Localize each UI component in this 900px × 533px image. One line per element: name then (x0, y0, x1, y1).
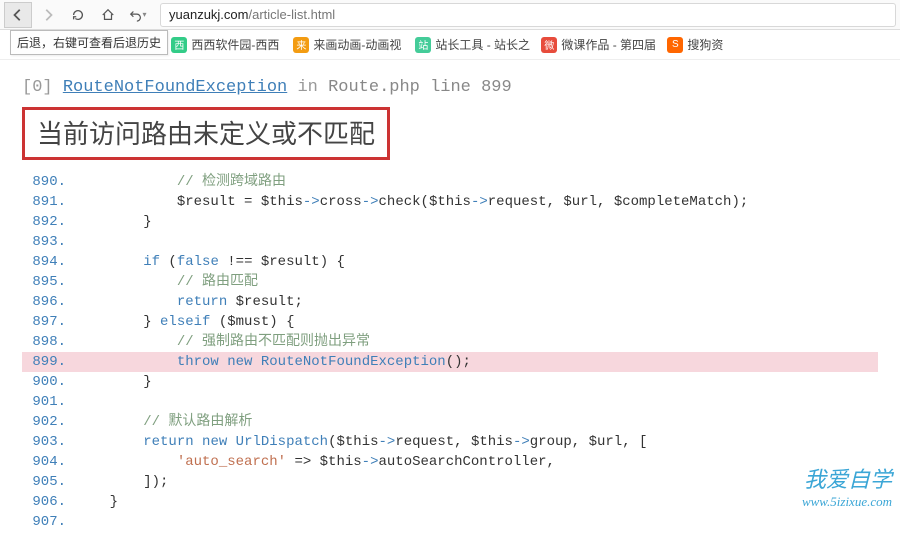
bookmark-item[interactable]: S搜狗资 (663, 34, 727, 55)
chevron-right-icon (41, 8, 55, 22)
bookmark-favicon: 来 (293, 37, 309, 53)
code-line: 893. (22, 232, 878, 252)
code-line: 905. ]); (22, 472, 878, 492)
line-number: 905. (22, 472, 76, 492)
home-button[interactable] (94, 2, 122, 28)
line-number: 898. (22, 332, 76, 352)
line-number: 904. (22, 452, 76, 472)
code-line: 897. } elseif ($must) { (22, 312, 878, 332)
watermark-title: 我爱自学 (802, 462, 892, 494)
line-source: ]); (76, 472, 878, 492)
bookmark-label: 西西软件园-西西 (191, 36, 279, 53)
line-number: 900. (22, 372, 76, 392)
back-tooltip: 后退，右键可查看后退历史 (10, 30, 168, 55)
line-number: 890. (22, 172, 76, 192)
bookmark-label: 来画动画-动画视 (313, 36, 401, 53)
line-source (76, 392, 878, 412)
line-source: throw new RouteNotFoundException(); (76, 352, 878, 372)
code-line: 907. (22, 512, 878, 532)
line-source: // 默认路由解析 (76, 412, 878, 432)
code-line: 899. throw new RouteNotFoundException(); (22, 352, 878, 372)
code-line: 892. } (22, 212, 878, 232)
error-location: Route.php line 899 (328, 78, 512, 97)
code-line: 894. if (false !== $result) { (22, 252, 878, 272)
code-line: 890. // 检测跨域路由 (22, 172, 878, 192)
bookmark-favicon: S (667, 37, 683, 53)
home-icon (101, 8, 115, 22)
line-source: // 强制路由不匹配则抛出异常 (76, 332, 878, 352)
code-line: 902. // 默认路由解析 (22, 412, 878, 432)
line-source: 'auto_search' => $this->autoSearchContro… (76, 452, 878, 472)
code-line: 898. // 强制路由不匹配则抛出异常 (22, 332, 878, 352)
code-listing: 890. // 检测跨域路由891. $result = $this->cros… (22, 172, 878, 532)
chevron-left-icon (11, 8, 25, 22)
line-number: 892. (22, 212, 76, 232)
line-source: // 检测跨域路由 (76, 172, 878, 192)
watermark: 我爱自学 www.5izixue.com (802, 462, 892, 510)
error-summary: [0] RouteNotFoundException in Route.php … (22, 78, 878, 97)
undo-icon (129, 8, 143, 22)
error-heading: 当前访问路由未定义或不匹配 (22, 107, 390, 160)
line-source: $result = $this->cross->check($this->req… (76, 192, 878, 212)
url-path: /article-list.html (248, 7, 335, 22)
line-source: return new UrlDispatch($this->request, $… (76, 432, 878, 452)
line-number: 907. (22, 512, 76, 532)
url-host: yuanzukj.com (169, 7, 248, 22)
line-number: 903. (22, 432, 76, 452)
undo-button[interactable]: ▾ (124, 2, 152, 28)
bookmark-favicon: 微 (541, 37, 557, 53)
line-number: 896. (22, 292, 76, 312)
browser-toolbar: ▾ yuanzukj.com/article-list.html (0, 0, 900, 30)
code-line: 900. } (22, 372, 878, 392)
line-source: return $result; (76, 292, 878, 312)
bookmark-item[interactable]: 站站长工具 - 站长之 (411, 34, 531, 55)
code-line: 906. } (22, 492, 878, 512)
error-in: in (297, 78, 317, 97)
watermark-url: www.5izixue.com (802, 494, 892, 510)
url-bar[interactable]: yuanzukj.com/article-list.html (160, 3, 896, 27)
line-number: 906. (22, 492, 76, 512)
reload-button[interactable] (64, 2, 92, 28)
forward-button[interactable] (34, 2, 62, 28)
code-line: 903. return new UrlDispatch($this->reque… (22, 432, 878, 452)
code-line: 895. // 路由匹配 (22, 272, 878, 292)
bookmark-label: 站长工具 - 站长之 (435, 36, 530, 53)
bookmark-favicon: 西 (171, 37, 187, 53)
code-line: 904. 'auto_search' => $this->autoSearchC… (22, 452, 878, 472)
bookmark-item[interactable]: 来来画动画-动画视 (289, 34, 405, 55)
line-number: 901. (22, 392, 76, 412)
line-number: 897. (22, 312, 76, 332)
reload-icon (71, 8, 85, 22)
line-number: 895. (22, 272, 76, 292)
line-source: } (76, 212, 878, 232)
error-class-link[interactable]: RouteNotFoundException (63, 78, 287, 97)
back-button[interactable] (4, 2, 32, 28)
bookmark-label: 微课作品 - 第四届 (561, 36, 656, 53)
page-content: [0] RouteNotFoundException in Route.php … (0, 60, 900, 532)
line-number: 902. (22, 412, 76, 432)
line-number: 893. (22, 232, 76, 252)
line-source (76, 232, 878, 252)
code-line: 896. return $result; (22, 292, 878, 312)
bookmark-item[interactable]: 西西西软件园-西西 (167, 34, 283, 55)
code-line: 891. $result = $this->cross->check($this… (22, 192, 878, 212)
line-number: 891. (22, 192, 76, 212)
code-line: 901. (22, 392, 878, 412)
line-source: } (76, 492, 878, 512)
line-source: if (false !== $result) { (76, 252, 878, 272)
line-source: } elseif ($must) { (76, 312, 878, 332)
error-index: [0] (22, 78, 53, 97)
line-number: 899. (22, 352, 76, 372)
line-source: // 路由匹配 (76, 272, 878, 292)
bookmark-item[interactable]: 微微课作品 - 第四届 (537, 34, 657, 55)
bookmark-favicon: 站 (415, 37, 431, 53)
line-number: 894. (22, 252, 76, 272)
line-source (76, 512, 878, 532)
bookmark-label: 搜狗资 (687, 36, 723, 53)
line-source: } (76, 372, 878, 392)
